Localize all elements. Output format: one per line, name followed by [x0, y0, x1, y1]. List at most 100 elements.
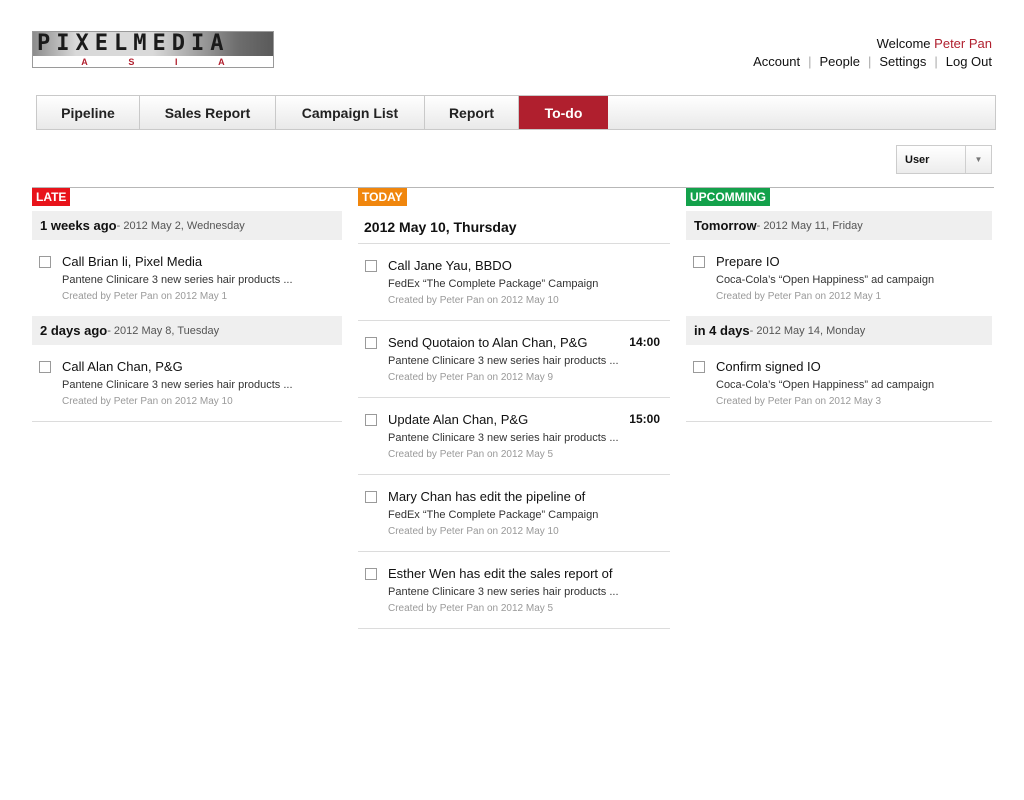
task-checkbox[interactable]	[365, 568, 377, 580]
logo-sub-letter: A	[81, 56, 88, 67]
main-nav-tabs: Pipeline Sales Report Campaign List Repo…	[36, 95, 996, 130]
group-header: 2 days ago - 2012 May 8, Tuesday	[32, 316, 342, 345]
task-checkbox[interactable]	[365, 491, 377, 503]
account-link[interactable]: Account	[753, 54, 800, 69]
filter-selected-value: User	[905, 153, 930, 166]
task-description: Coca-Cola’s “Open Happiness” ad campaign	[716, 274, 935, 286]
people-link[interactable]: People	[819, 54, 859, 69]
task-meta: Created by Peter Pan on 2012 May 10	[62, 396, 233, 407]
logo-letter: A	[210, 31, 230, 56]
task-item: Update Alan Chan, P&G 15:00 Pantene Clin…	[358, 398, 670, 475]
task-item: Call Jane Yau, BBDO FedEx “The Complete …	[358, 244, 670, 321]
today-date-header: 2012 May 10, Thursday	[358, 211, 670, 244]
group-title: Tomorrow	[694, 218, 757, 233]
logo-letter: D	[171, 31, 191, 56]
logo-subtitle: A S I A	[33, 56, 273, 67]
task-description: Pantene Clinicare 3 new series hair prod…	[62, 379, 293, 391]
tab-sales-report[interactable]: Sales Report	[140, 96, 276, 129]
task-item: Call Alan Chan, P&G Pantene Clinicare 3 …	[32, 345, 342, 421]
task-meta: Created by Peter Pan on 2012 May 3	[716, 396, 882, 407]
task-title[interactable]: Send Quotaion to Alan Chan, P&G	[388, 335, 670, 351]
settings-link[interactable]: Settings	[879, 54, 926, 69]
task-item: Mary Chan has edit the pipeline of FedEx…	[358, 475, 670, 552]
welcome-text: Welcome	[876, 36, 931, 51]
logo-sub-letter: I	[175, 56, 178, 67]
logo-letter: X	[75, 31, 95, 56]
task-title[interactable]: Confirm signed IO	[716, 359, 992, 375]
tab-campaign-list[interactable]: Campaign List	[276, 96, 425, 129]
group-date: - 2012 May 11, Friday	[756, 219, 863, 232]
task-title[interactable]: Call Alan Chan, P&G	[62, 359, 342, 375]
logo-wordmark: P I X E L M E D I A	[33, 32, 273, 56]
upcoming-badge: UPCOMMING	[686, 188, 770, 206]
task-item: Esther Wen has edit the sales report of …	[358, 552, 670, 629]
today-date: 2012 May 10, Thursday	[364, 219, 517, 235]
user-links: Account | People | Settings | Log Out	[753, 54, 992, 69]
logo-letter: P	[37, 31, 57, 56]
task-item: Confirm signed IO Coca-Cola’s “Open Happ…	[686, 345, 992, 421]
task-description: Coca-Cola’s “Open Happiness” ad campaign	[716, 379, 935, 391]
task-title[interactable]: Esther Wen has edit the sales report of	[388, 566, 670, 582]
task-description: Pantene Clinicare 3 new series hair prod…	[388, 355, 619, 367]
logo-sub-letter: A	[218, 56, 225, 67]
logo-sub-letter: S	[128, 56, 135, 67]
task-item: Send Quotaion to Alan Chan, P&G 14:00 Pa…	[358, 321, 670, 398]
task-description: FedEx “The Complete Package” Campaign	[388, 278, 599, 290]
logo-letter: I	[56, 31, 76, 56]
group-title: 2 days ago	[40, 323, 108, 338]
logo-letter: L	[114, 31, 134, 56]
today-badge: TODAY	[358, 188, 407, 206]
task-meta: Created by Peter Pan on 2012 May 5	[388, 449, 554, 460]
task-checkbox[interactable]	[693, 256, 705, 268]
task-title[interactable]: Mary Chan has edit the pipeline of	[388, 489, 670, 505]
group-date: - 2012 May 8, Tuesday	[107, 324, 220, 337]
user-name: Peter Pan	[934, 36, 992, 51]
tab-todo[interactable]: To-do	[519, 96, 608, 129]
today-column: TODAY 2012 May 10, Thursday Call Jane Ya…	[358, 188, 670, 629]
user-filter-select[interactable]: User ▼	[896, 145, 992, 174]
group-header: 1 weeks ago - 2012 May 2, Wednesday	[32, 211, 342, 240]
late-column: LATE 1 weeks ago - 2012 May 2, Wednesday…	[32, 188, 342, 422]
task-checkbox[interactable]	[39, 361, 51, 373]
task-description: Pantene Clinicare 3 new series hair prod…	[388, 586, 619, 598]
logout-link[interactable]: Log Out	[946, 54, 992, 69]
task-meta: Created by Peter Pan on 2012 May 1	[62, 291, 228, 302]
task-meta: Created by Peter Pan on 2012 May 10	[388, 526, 559, 537]
group-title: 1 weeks ago	[40, 218, 117, 233]
upcoming-column: UPCOMMING Tomorrow - 2012 May 11, Friday…	[686, 188, 992, 422]
group-date: - 2012 May 14, Monday	[749, 324, 866, 337]
task-checkbox[interactable]	[365, 337, 377, 349]
task-meta: Created by Peter Pan on 2012 May 1	[716, 291, 882, 302]
task-title[interactable]: Call Brian li, Pixel Media	[62, 254, 342, 270]
link-separator: |	[867, 54, 872, 69]
link-separator: |	[808, 54, 812, 69]
task-title[interactable]: Prepare IO	[716, 254, 992, 270]
tab-report[interactable]: Report	[425, 96, 519, 129]
task-meta: Created by Peter Pan on 2012 May 10	[388, 295, 559, 306]
group-header: Tomorrow - 2012 May 11, Friday	[686, 211, 992, 240]
task-checkbox[interactable]	[365, 414, 377, 426]
task-time: 14:00	[629, 335, 660, 349]
task-item: Prepare IO Coca-Cola’s “Open Happiness” …	[686, 240, 992, 316]
task-description: Pantene Clinicare 3 new series hair prod…	[388, 432, 619, 444]
chevron-down-icon: ▼	[965, 146, 991, 173]
task-time: 15:00	[629, 412, 660, 426]
group-header: in 4 days - 2012 May 14, Monday	[686, 316, 992, 345]
tab-pipeline[interactable]: Pipeline	[37, 96, 140, 129]
task-meta: Created by Peter Pan on 2012 May 5	[388, 603, 554, 614]
task-checkbox[interactable]	[365, 260, 377, 272]
pixelmedia-logo: P I X E L M E D I A A S I A	[32, 31, 274, 68]
task-description: Pantene Clinicare 3 new series hair prod…	[62, 274, 293, 286]
task-checkbox[interactable]	[693, 361, 705, 373]
task-description: FedEx “The Complete Package” Campaign	[388, 509, 599, 521]
logo-letter: E	[152, 31, 172, 56]
logo-letter: E	[94, 31, 114, 56]
task-title[interactable]: Update Alan Chan, P&G	[388, 412, 670, 428]
task-item: Call Brian li, Pixel Media Pantene Clini…	[32, 240, 342, 316]
task-checkbox[interactable]	[39, 256, 51, 268]
task-meta: Created by Peter Pan on 2012 May 9	[388, 372, 554, 383]
link-separator: |	[934, 54, 938, 69]
task-title[interactable]: Call Jane Yau, BBDO	[388, 258, 670, 274]
late-badge: LATE	[32, 188, 71, 206]
logo-letter: I	[191, 31, 211, 56]
